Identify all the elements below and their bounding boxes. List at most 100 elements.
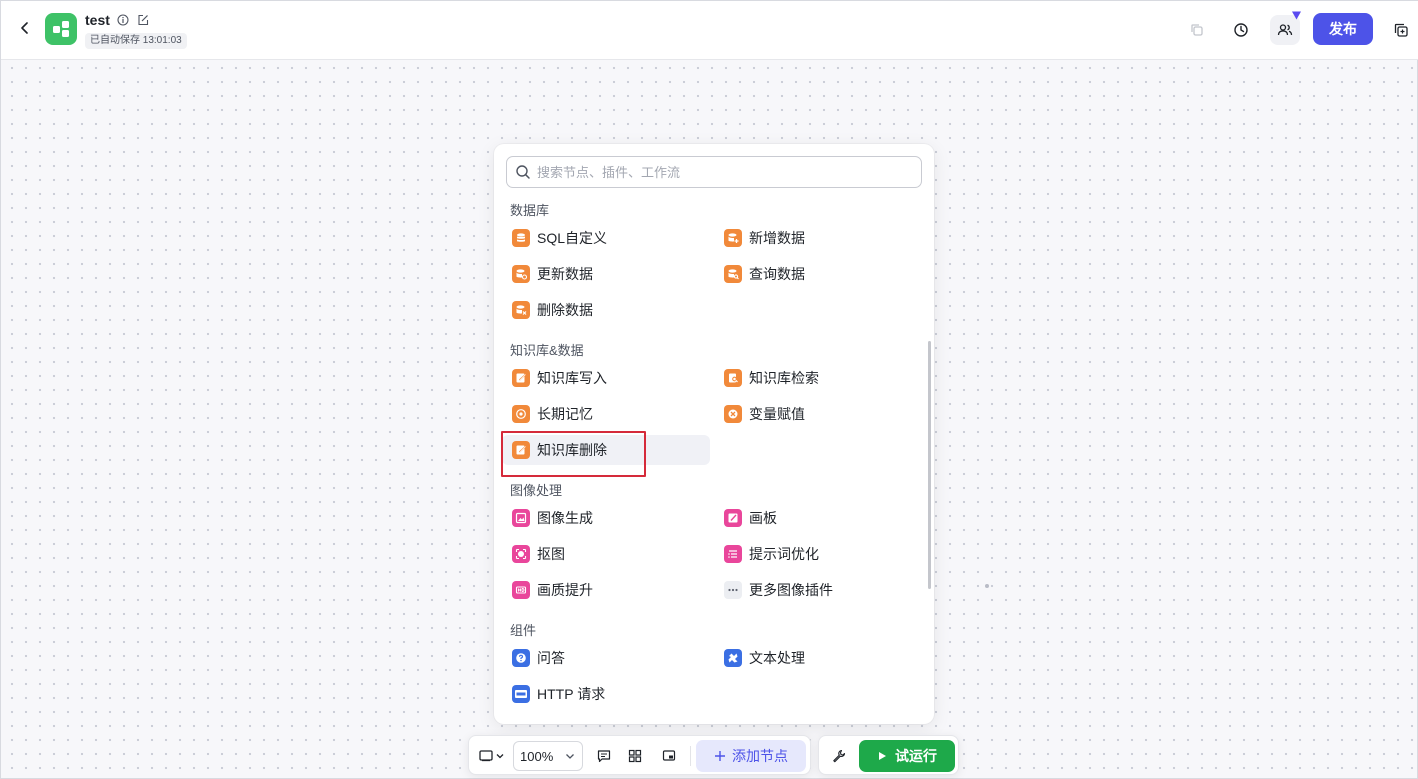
node-label: 查询数据	[749, 266, 805, 282]
panel-scrollbar[interactable]	[928, 341, 931, 589]
comment-button[interactable]	[589, 741, 619, 771]
node-label: 长期记忆	[537, 406, 593, 422]
add-node-button[interactable]: 添加节点	[696, 740, 806, 772]
node-label: 删除数据	[537, 302, 593, 318]
duplicate-icon	[1394, 23, 1408, 37]
more-icon	[724, 581, 742, 599]
node-item-canvas[interactable]: 画板	[714, 503, 914, 533]
section-title-image: 图像处理	[510, 483, 563, 498]
node-label: 画质提升	[537, 582, 593, 598]
layout-mode-button[interactable]	[475, 741, 509, 771]
wrench-icon	[833, 749, 846, 763]
collaborator-button[interactable]	[1270, 11, 1301, 45]
node-item-knowledge-search[interactable]: 知识库检索	[714, 363, 914, 393]
database-query-icon	[724, 265, 742, 283]
node-item-prompt-optimize[interactable]: 提示词优化	[714, 539, 914, 569]
node-label: 更新数据	[537, 266, 593, 282]
node-label: 提示词优化	[749, 546, 819, 562]
copy-button[interactable]	[1182, 15, 1212, 45]
chevron-down-icon	[566, 754, 574, 759]
node-label: HTTP 请求	[537, 686, 606, 702]
search-input[interactable]	[537, 164, 917, 180]
history-button[interactable]	[1226, 15, 1256, 45]
copy-icon	[1191, 24, 1203, 36]
node-label: 图像生成	[537, 510, 593, 526]
test-run-label: 试运行	[895, 748, 937, 764]
node-item-update-data[interactable]: 更新数据	[502, 259, 702, 289]
bottom-toolbar: 100% 添加节点	[468, 735, 811, 775]
image-generate-icon	[512, 509, 530, 527]
comment-icon	[597, 750, 611, 763]
chevron-down-icon	[496, 754, 504, 759]
zoom-select[interactable]: 100%	[513, 741, 583, 771]
node-item-hd-enhance[interactable]: 画质提升	[502, 575, 702, 605]
search-icon	[516, 165, 530, 179]
publish-button[interactable]: 发布	[1313, 13, 1373, 45]
workflow-logo-icon	[53, 21, 69, 37]
canvas-icon	[724, 509, 742, 527]
app-title: test	[85, 12, 110, 28]
auto-layout-button[interactable]	[620, 741, 650, 771]
node-label: 抠图	[537, 546, 565, 562]
top-header: test 已自动保存 13:01:03 发布	[1, 1, 1418, 60]
knowledge-delete-icon	[512, 441, 530, 459]
section-title-database: 数据库	[510, 203, 550, 218]
database-update-icon	[512, 265, 530, 283]
add-node-label: 添加节点	[732, 748, 788, 764]
grid-layout-icon	[628, 749, 642, 763]
history-icon	[1234, 23, 1248, 37]
node-item-image-generate[interactable]: 图像生成	[502, 503, 702, 533]
node-item-sql-custom[interactable]: SQL自定义	[502, 223, 702, 253]
search-box[interactable]	[506, 156, 922, 188]
node-label: 问答	[537, 650, 565, 666]
edit-icon[interactable]	[136, 13, 150, 27]
vip-badge-icon	[1292, 11, 1301, 20]
cutout-icon	[512, 545, 530, 563]
canvas-dot	[985, 584, 989, 588]
database-add-icon	[724, 229, 742, 247]
info-icon[interactable]	[116, 13, 130, 27]
prompt-optimize-icon	[724, 545, 742, 563]
test-run-button[interactable]: 试运行	[859, 740, 955, 772]
node-label: 知识库写入	[537, 370, 607, 386]
node-list[interactable]: 数据库 SQL自定义 新增数据 更新数据 查询数据 删除数据 知识库&数据 知识…	[494, 198, 934, 718]
node-label: 更多图像插件	[749, 582, 833, 598]
node-item-http-request[interactable]: HTTP 请求	[502, 679, 702, 709]
autosave-status: 已自动保存 13:01:03	[85, 33, 187, 49]
chevron-left-icon	[21, 22, 28, 34]
node-item-variable-assign[interactable]: 变量赋值	[714, 399, 914, 429]
node-item-more-image-plugins[interactable]: 更多图像插件	[714, 575, 914, 605]
node-label: 文本处理	[749, 650, 805, 666]
node-item-query-data[interactable]: 查询数据	[714, 259, 914, 289]
monitor-icon	[479, 750, 493, 762]
minimap-button[interactable]	[654, 741, 684, 771]
node-item-cutout[interactable]: 抠图	[502, 539, 702, 569]
node-label: 新增数据	[749, 230, 805, 246]
minimap-icon	[662, 750, 676, 761]
node-item-insert-data[interactable]: 新增数据	[714, 223, 914, 253]
node-item-text-process[interactable]: 文本处理	[714, 643, 914, 673]
duplicate-button[interactable]	[1386, 15, 1416, 45]
plus-icon	[715, 751, 725, 761]
hd-enhance-icon	[512, 581, 530, 599]
variable-assign-icon	[724, 405, 742, 423]
users-icon	[1277, 24, 1293, 36]
play-icon	[879, 752, 886, 760]
node-item-knowledge-delete[interactable]: 知识库删除	[502, 435, 710, 465]
node-label: SQL自定义	[537, 230, 608, 246]
section-title-knowledge: 知识库&数据	[510, 343, 584, 358]
question-icon	[512, 649, 530, 667]
node-item-knowledge-write[interactable]: 知识库写入	[502, 363, 702, 393]
app-logo	[45, 13, 77, 45]
memory-icon	[512, 405, 530, 423]
node-item-question[interactable]: 问答	[502, 643, 702, 673]
back-button[interactable]	[15, 18, 35, 38]
section-title-components: 组件	[510, 623, 537, 638]
node-item-delete-data[interactable]: 删除数据	[502, 295, 702, 325]
http-icon	[512, 685, 530, 703]
node-item-long-term-memory[interactable]: 长期记忆	[502, 399, 702, 429]
debug-tools-button[interactable]	[824, 741, 854, 771]
toolbar-divider	[690, 746, 691, 766]
database-icon	[512, 229, 530, 247]
zoom-value: 100%	[520, 748, 554, 764]
